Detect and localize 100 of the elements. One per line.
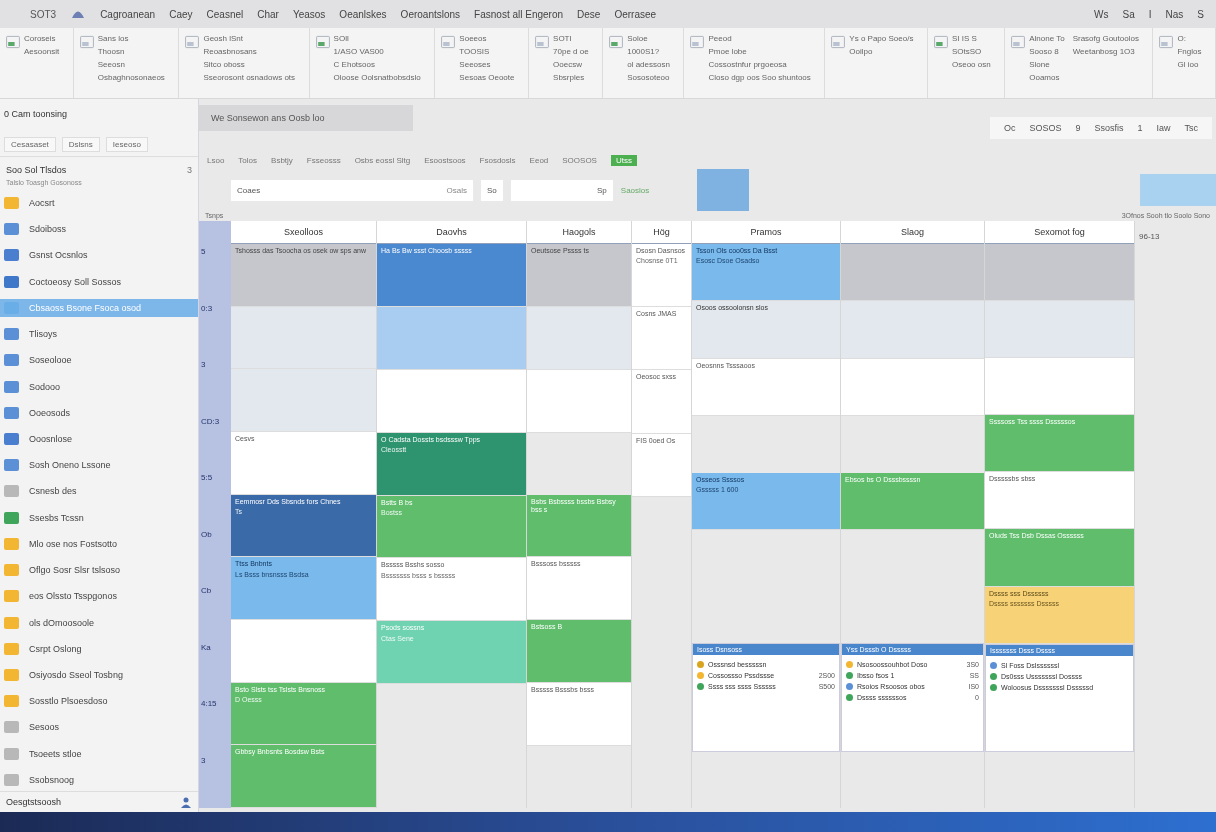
filter-tab[interactable]: Dslsns (61, 137, 100, 152)
ribbon-label[interactable]: Seeosn (97, 60, 165, 70)
calendar-list-item[interactable]: Tsoeets stloe (0, 744, 198, 763)
ribbon-label[interactable]: Pmoe lobe (708, 47, 811, 57)
ribbon-label[interactable]: Ooilpo (849, 47, 914, 57)
filter-label[interactable]: SOOSOS (562, 155, 597, 165)
filter-label[interactable]: Esoostsoos (424, 155, 466, 165)
ribbon-label[interactable]: Weetanbosg 1O3 (1072, 47, 1139, 57)
ribbon-tool-icon[interactable] (932, 34, 949, 50)
event-block[interactable] (231, 369, 376, 432)
ribbon-label[interactable]: TOOSIS (459, 47, 515, 57)
event-block[interactable] (377, 369, 526, 433)
calendar-list-item[interactable]: eos Olssto Tsspgonos (0, 587, 198, 606)
ribbon-label[interactable]: Sseorosont osnadows ots (203, 73, 296, 83)
ribbon-label[interactable]: Slone (1029, 60, 1065, 70)
menu-item[interactable]: Fasnost all Engeron (474, 8, 564, 20)
menu-item[interactable]: Ws (1094, 8, 1109, 20)
ribbon-label[interactable]: 1000S1? (627, 47, 670, 57)
ribbon-label[interactable]: Srasofg Goutoolos (1072, 34, 1139, 44)
ribbon-label[interactable]: Oloose Oolsnatbobsdslo (333, 73, 421, 83)
toolbar-item[interactable]: Tsc (1184, 123, 1198, 133)
toolbar-item[interactable]: Iaw (1156, 123, 1171, 133)
filter-label[interactable]: Osbs eossl Sltg (354, 155, 411, 165)
menu-item[interactable]: Nas (1165, 8, 1184, 20)
menu-item[interactable]: Char (257, 8, 279, 20)
tab[interactable]: We Sonsewon ans Oosb loo (199, 105, 413, 131)
ribbon-tool-icon[interactable] (608, 34, 625, 50)
calendar-list-item[interactable]: Tlisoys (0, 325, 198, 344)
ribbon-label[interactable]: Seeoses (459, 60, 515, 70)
toolbar-item[interactable]: 9 (1075, 123, 1081, 133)
ribbon-label[interactable]: Peeod (708, 34, 811, 44)
calendar-list-item[interactable]: Sosstlo Plsoesdoso (0, 692, 198, 711)
ribbon-tool-icon[interactable] (1010, 34, 1027, 50)
ribbon-label[interactable]: ol adessosn (627, 60, 670, 70)
calendar-list-item[interactable]: Soseolooe (0, 351, 198, 370)
ribbon-label[interactable]: SI IS S (951, 34, 991, 44)
event-block[interactable] (231, 306, 376, 370)
event-block[interactable] (985, 358, 1134, 416)
event-block[interactable] (231, 620, 376, 683)
search-field[interactable]: Coaes Osals (231, 179, 473, 201)
toolbar-item[interactable]: 1 (1137, 123, 1143, 133)
user-icon[interactable] (180, 796, 192, 808)
input-field[interactable]: Sp (510, 179, 613, 201)
event-block[interactable] (377, 306, 526, 370)
menu-item[interactable]: Sa (1122, 8, 1135, 20)
filter-label[interactable]: Tolos (238, 155, 258, 165)
calendar-list-item[interactable]: Mlo ose nos Fostsotto (0, 534, 198, 553)
ribbon-label[interactable]: Closo dgp oos Soo shuntoos (708, 73, 811, 83)
ribbon-label[interactable]: Ooamos (1029, 73, 1065, 83)
ribbon-label[interactable]: Sesoas Oeoote (459, 73, 515, 83)
ribbon-label[interactable]: Sitco oboss (203, 60, 296, 70)
toolbar-item[interactable]: SOSOS (1029, 123, 1062, 133)
menu-item[interactable]: Oerrasee (614, 8, 657, 20)
ribbon-label[interactable]: SOTI (553, 34, 589, 44)
event-block[interactable] (841, 244, 984, 302)
calendar-list-item[interactable]: Gsnst Ocsnlos (0, 246, 198, 265)
ribbon-label[interactable]: Sans los (97, 34, 165, 44)
ribbon-label[interactable]: O: (1177, 34, 1202, 44)
ribbon-label[interactable]: Geosh lSnt (203, 34, 296, 44)
filter-label[interactable]: Bsbtjy (271, 155, 293, 165)
calendar-list-item[interactable]: Ssobsnoog (0, 770, 198, 789)
ribbon-tool-icon[interactable] (689, 34, 706, 50)
ribbon-tool-icon[interactable] (440, 34, 457, 50)
calendar-list-item[interactable]: Osiyosdo Sseol Tosbng (0, 665, 198, 684)
event-block[interactable] (527, 369, 631, 433)
filter-tab[interactable]: Cesasaset (4, 137, 56, 152)
menu-item[interactable]: Yeasos (292, 8, 326, 20)
calendar-list-item[interactable]: ols dOmoosoole (0, 613, 198, 632)
menu-item[interactable]: Caey (169, 8, 193, 20)
menu-item[interactable]: Dese (577, 8, 601, 20)
ribbon-label[interactable]: Fnglos (1177, 47, 1202, 57)
ribbon-label[interactable]: Sbsrples (553, 73, 589, 83)
calendar-list-item[interactable]: Csrpt Oslong (0, 639, 198, 658)
menu-item[interactable]: I (1148, 8, 1152, 20)
menu-item[interactable]: Oeroantslons (400, 8, 461, 20)
ribbon-label[interactable]: Ys o Papo Soeo/s (849, 34, 914, 44)
calendar-list-item[interactable]: Sodooo (0, 377, 198, 396)
ribbon-tool-icon[interactable] (78, 34, 95, 50)
calendar-list-item[interactable]: Ooeosods (0, 403, 198, 422)
filter-label[interactable]: Fsosdosls (479, 155, 516, 165)
calendar-list-item[interactable]: Aocsrt (0, 194, 198, 212)
calendar-list-item[interactable]: Sesoos (0, 718, 198, 737)
ribbon-tool-icon[interactable] (5, 34, 21, 50)
ribbon-label[interactable]: Soloe (627, 34, 670, 44)
ribbon-label[interactable]: Oseoo osn (951, 60, 991, 70)
ribbon-label[interactable]: Cossostnfur prgoeosa (708, 60, 811, 70)
calendar-list-item[interactable]: Ssesbs Tcssn (0, 508, 198, 527)
ribbon-label[interactable]: Reoasbnosans (203, 47, 296, 57)
ribbon-label[interactable]: SOll (333, 34, 421, 44)
ribbon-tool-icon[interactable] (1158, 34, 1175, 50)
event-block[interactable] (841, 358, 984, 417)
ribbon-label[interactable]: Aesoonsit (24, 47, 60, 57)
ribbon-label[interactable]: C Ehotsoos (333, 60, 421, 70)
ribbon-tool-icon[interactable] (830, 34, 847, 50)
go-button[interactable]: So (481, 179, 503, 201)
calendar-list-item[interactable]: Sdoiboss (0, 220, 198, 239)
event-block[interactable] (985, 244, 1134, 302)
ribbon-label[interactable]: Gl ioo (1177, 60, 1202, 70)
filter-label[interactable]: Fsseosss (306, 155, 341, 165)
ribbon-tool-icon[interactable] (184, 34, 201, 50)
